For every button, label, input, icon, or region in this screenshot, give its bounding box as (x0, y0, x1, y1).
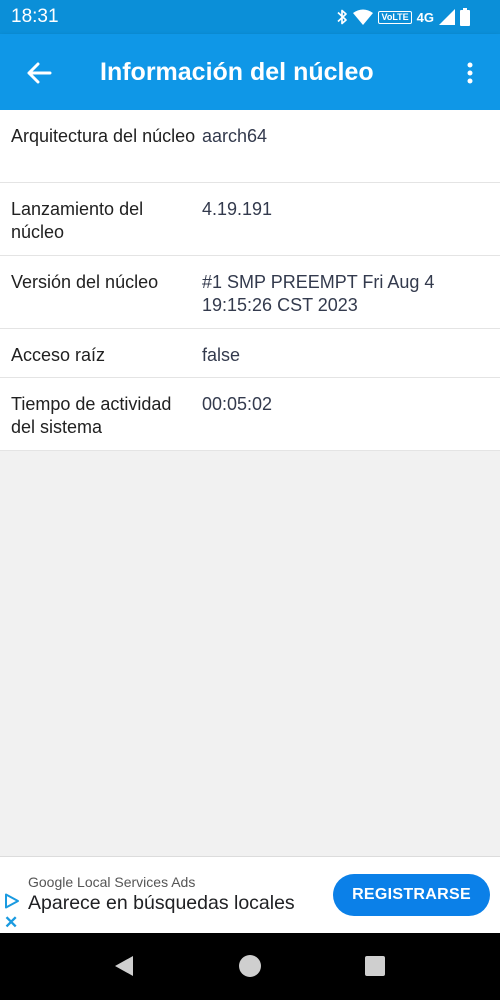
wifi-icon (353, 9, 374, 25)
bluetooth-icon (337, 9, 348, 25)
ad-banner[interactable]: ✕ Google Local Services Ads Aparece en b… (0, 856, 500, 933)
arrow-back-icon (27, 62, 52, 84)
info-value: false (202, 345, 241, 365)
more-vert-icon (467, 62, 473, 84)
info-label: Arquitectura del núcleo (11, 126, 196, 146)
ad-close-icon[interactable]: ✕ (4, 913, 18, 933)
info-label: Versión del núcleo (11, 272, 159, 292)
play-triangle-icon[interactable] (4, 893, 20, 909)
status-icons: VoLTE 4G (336, 7, 470, 27)
info-value: 00:05:02 (202, 394, 273, 414)
info-row-uptime: Tiempo de actividad del sistema 00:05:02 (0, 378, 500, 451)
ad-cta-button[interactable]: REGISTRARSE (333, 874, 490, 916)
battery-icon (460, 8, 470, 26)
back-button[interactable] (22, 56, 56, 90)
nav-home-icon[interactable] (239, 955, 261, 977)
info-label: Acceso raíz (11, 345, 106, 365)
app-bar: Información del núcleo (0, 34, 500, 110)
signal-icon (439, 9, 455, 25)
info-row-root-access: Acceso raíz false (0, 329, 500, 378)
nav-back-icon[interactable] (113, 956, 133, 976)
kernel-info-list: Arquitectura del núcleo aarch64 Lanzamie… (0, 110, 500, 451)
nav-recents-icon[interactable] (365, 956, 385, 976)
info-label: Tiempo de actividad del sistema (11, 394, 172, 437)
ad-advertiser: Google Local Services Ads (28, 874, 196, 890)
network-type-label: 4G (416, 9, 434, 25)
page-title: Información del núcleo (100, 58, 374, 86)
info-label: Lanzamiento del núcleo (11, 199, 144, 242)
info-value: 4.19.191 (202, 199, 273, 219)
status-time: 18:31 (11, 6, 59, 27)
info-row-release: Lanzamiento del núcleo 4.19.191 (0, 183, 500, 256)
overflow-menu-button[interactable] (458, 56, 482, 90)
ad-headline[interactable]: Aparece en búsquedas locales (28, 892, 295, 915)
info-row-architecture: Arquitectura del núcleo aarch64 (0, 110, 500, 183)
volte-badge: VoLTE (378, 10, 412, 24)
info-value: #1 SMP PREEMPT Fri Aug 4 19:15:26 CST 20… (202, 272, 435, 315)
info-row-version: Versión del núcleo #1 SMP PREEMPT Fri Au… (0, 256, 500, 329)
info-value: aarch64 (202, 126, 268, 146)
status-bar: 18:31 VoLTE 4G (0, 0, 500, 34)
system-nav-bar (0, 933, 500, 1000)
